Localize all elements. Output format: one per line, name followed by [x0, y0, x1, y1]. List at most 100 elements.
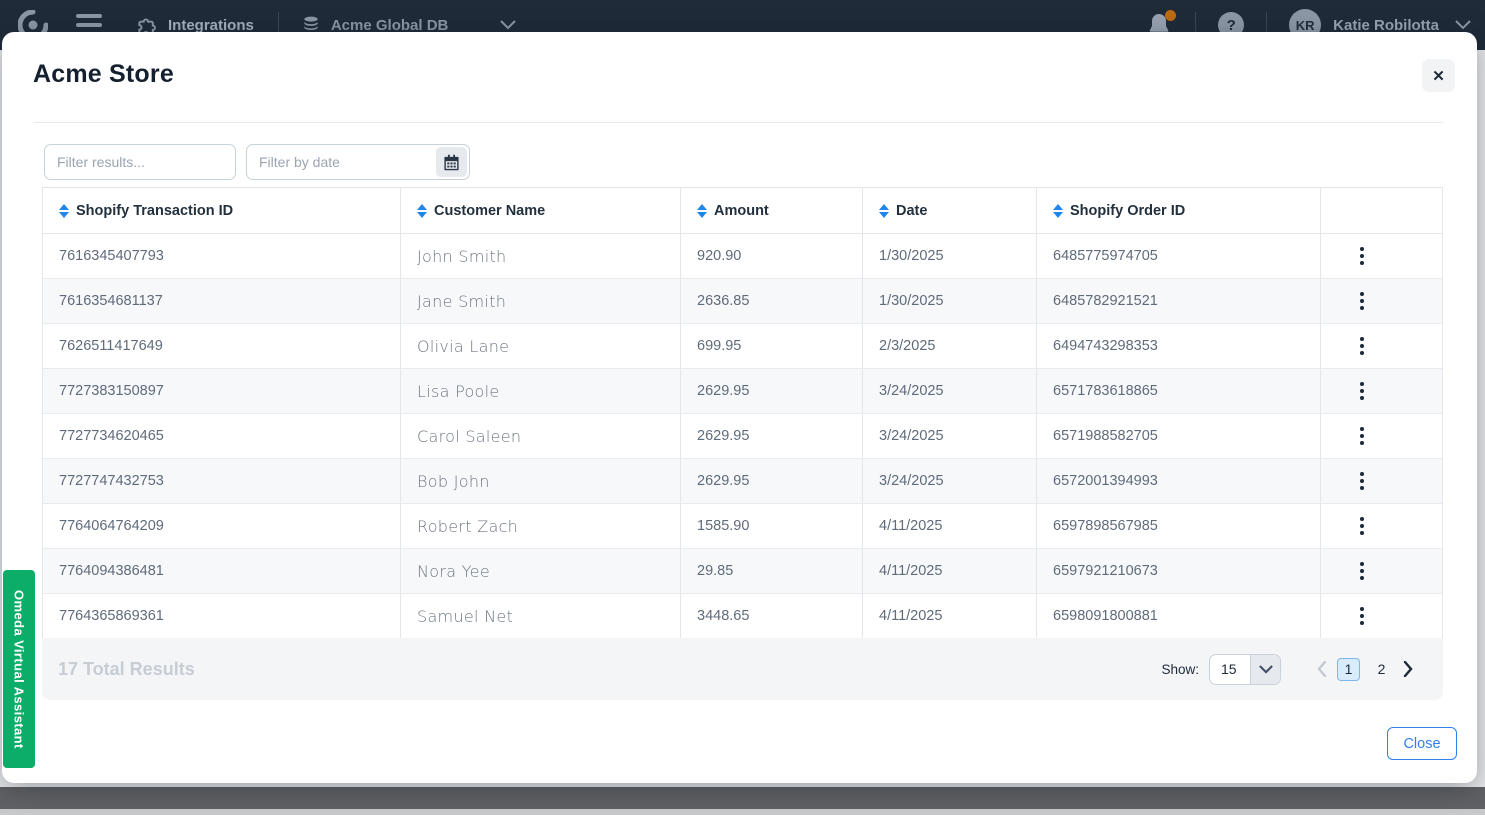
filter-results-input[interactable]: [44, 144, 236, 180]
calendar-icon[interactable]: [436, 147, 467, 177]
column-header-amount[interactable]: Amount: [681, 188, 863, 233]
sort-icon: [697, 204, 707, 218]
cell-actions: [1321, 414, 1442, 458]
row-kebab-menu-icon[interactable]: [1349, 558, 1375, 584]
column-label: Customer Name: [434, 203, 545, 219]
cell-order_id: 6597898567985: [1037, 504, 1321, 548]
virtual-assistant-label: Omeda Virtual Assistant: [12, 590, 27, 749]
row-kebab-menu-icon[interactable]: [1349, 243, 1375, 269]
table-footer: 17 Total Results Show: 15 12: [42, 638, 1443, 700]
user-menu-chevron-down-icon[interactable]: [1455, 20, 1471, 30]
table-row: 7764365869361Samuel Net3448.654/11/20256…: [43, 594, 1442, 639]
filters-row: [44, 144, 470, 180]
cell-customer_name: Samuel Net: [401, 594, 681, 638]
database-chevron-down-icon: [500, 20, 516, 30]
row-kebab-menu-icon[interactable]: [1349, 378, 1375, 404]
cell-customer_name: Olivia Lane: [401, 324, 681, 368]
table-header-row: Shopify Transaction ID Customer Name Amoun…: [43, 188, 1442, 234]
cell-customer_name: Carol Saleen: [401, 414, 681, 458]
filter-date-wrap: [246, 144, 470, 180]
column-header-date[interactable]: Date: [863, 188, 1037, 233]
cell-transaction_id: 7616354681137: [43, 279, 401, 323]
cell-date: 3/24/2025: [863, 459, 1037, 503]
page-size-chevron-down-icon: [1250, 655, 1280, 684]
row-kebab-menu-icon[interactable]: [1349, 603, 1375, 629]
cell-actions: [1321, 549, 1442, 593]
column-header-customer_name[interactable]: Customer Name: [401, 188, 681, 233]
pagination-next-icon[interactable]: [1403, 661, 1413, 677]
column-label: Shopify Order ID: [1070, 203, 1185, 219]
cell-amount: 1585.90: [681, 504, 863, 548]
cell-transaction_id: 7727734620465: [43, 414, 401, 458]
table-row: 7764064764209Robert Zach1585.904/11/2025…: [43, 504, 1442, 549]
page-bottom-edge: [0, 809, 1485, 815]
cell-customer_name: Jane Smith: [401, 279, 681, 323]
column-header-transaction_id[interactable]: Shopify Transaction ID: [43, 188, 401, 233]
acme-store-modal: Acme Store ✕ Shopify Transaction ID Custo…: [2, 32, 1477, 783]
cell-customer_name: Nora Yee: [401, 549, 681, 593]
cell-transaction_id: 7764064764209: [43, 504, 401, 548]
cell-transaction_id: 7727383150897: [43, 369, 401, 413]
row-kebab-menu-icon[interactable]: [1349, 288, 1375, 314]
modal-title: Acme Store: [33, 60, 174, 89]
cell-order_id: 6485782921521: [1037, 279, 1321, 323]
cell-actions: [1321, 369, 1442, 413]
cell-amount: 2629.95: [681, 369, 863, 413]
page-bottom-bar: [0, 787, 1485, 809]
sort-icon: [879, 204, 889, 218]
row-kebab-menu-icon[interactable]: [1349, 423, 1375, 449]
nav-item-integrations-label: Integrations: [168, 17, 254, 34]
title-divider: [33, 122, 1443, 123]
row-kebab-menu-icon[interactable]: [1349, 333, 1375, 359]
cell-order_id: 6571988582705: [1037, 414, 1321, 458]
pagination-prev-icon[interactable]: [1317, 661, 1327, 677]
column-header-order_id[interactable]: Shopify Order ID: [1037, 188, 1321, 233]
table-row: 7727383150897Lisa Poole2629.953/24/20256…: [43, 369, 1442, 414]
cell-amount: 29.85: [681, 549, 863, 593]
table-row: 7626511417649Olivia Lane699.952/3/202564…: [43, 324, 1442, 369]
cell-transaction_id: 7727747432753: [43, 459, 401, 503]
modal-close-x-button[interactable]: ✕: [1422, 59, 1455, 92]
cell-amount: 2636.85: [681, 279, 863, 323]
cell-amount: 699.95: [681, 324, 863, 368]
page-button-1[interactable]: 1: [1337, 658, 1360, 681]
show-label: Show:: [1161, 662, 1199, 677]
cell-date: 3/24/2025: [863, 369, 1037, 413]
total-results: 17 Total Results: [58, 659, 195, 680]
cell-actions: [1321, 459, 1442, 503]
cell-actions: [1321, 324, 1442, 368]
cell-transaction_id: 7626511417649: [43, 324, 401, 368]
cell-amount: 3448.65: [681, 594, 863, 638]
cell-amount: 2629.95: [681, 414, 863, 458]
close-button[interactable]: Close: [1387, 727, 1457, 760]
cell-date: 1/30/2025: [863, 234, 1037, 278]
table-row: 7727747432753Bob John2629.953/24/2025657…: [43, 459, 1442, 504]
cell-order_id: 6597921210673: [1037, 549, 1321, 593]
transactions-table: Shopify Transaction ID Customer Name Amoun…: [42, 187, 1443, 639]
virtual-assistant-tab[interactable]: Omeda Virtual Assistant: [3, 570, 35, 768]
pagination: 12: [1317, 658, 1413, 681]
cell-date: 4/11/2025: [863, 549, 1037, 593]
cell-customer_name: Bob John: [401, 459, 681, 503]
row-kebab-menu-icon[interactable]: [1349, 513, 1375, 539]
row-kebab-menu-icon[interactable]: [1349, 468, 1375, 494]
table-body: 7616345407793John Smith920.901/30/202564…: [43, 234, 1442, 639]
sort-icon: [59, 204, 69, 218]
cell-date: 2/3/2025: [863, 324, 1037, 368]
page-size-select[interactable]: 15: [1209, 654, 1281, 685]
page-button-2[interactable]: 2: [1370, 658, 1393, 681]
cell-date: 4/11/2025: [863, 594, 1037, 638]
cell-actions: [1321, 234, 1442, 278]
cell-amount: 2629.95: [681, 459, 863, 503]
cell-amount: 920.90: [681, 234, 863, 278]
cell-transaction_id: 7616345407793: [43, 234, 401, 278]
cell-date: 3/24/2025: [863, 414, 1037, 458]
cell-customer_name: John Smith: [401, 234, 681, 278]
table-footer-right: Show: 15 12: [1161, 654, 1413, 685]
cell-date: 4/11/2025: [863, 504, 1037, 548]
notification-dot: [1165, 10, 1176, 21]
page-size-value: 15: [1210, 661, 1250, 677]
cell-transaction_id: 7764365869361: [43, 594, 401, 638]
table-row: 7616354681137Jane Smith2636.851/30/20256…: [43, 279, 1442, 324]
cell-order_id: 6571783618865: [1037, 369, 1321, 413]
